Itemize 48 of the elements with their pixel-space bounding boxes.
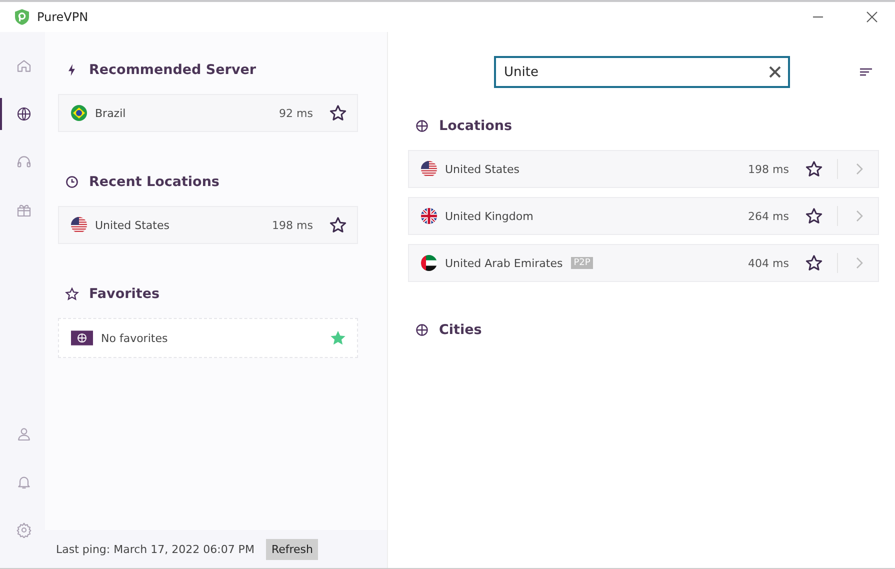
search-field[interactable]: Unite [494, 56, 790, 88]
p2p-badge: P2P [570, 257, 594, 269]
ping-time: 264 ms [748, 210, 789, 222]
chevron-right-icon[interactable] [856, 257, 864, 269]
section-title: Recommended Server [89, 62, 256, 78]
window-title: PureVPN [37, 10, 88, 24]
empty-message: No favorites [101, 332, 169, 344]
star-icon [329, 329, 347, 347]
location-row[interactable]: United Kingdom 264 ms [408, 197, 879, 235]
ping-time: 198 ms [748, 162, 789, 176]
star-icon[interactable] [805, 160, 823, 178]
country-name: United States [95, 218, 170, 232]
star-icon[interactable] [805, 207, 823, 225]
shield-logo-icon [15, 9, 29, 25]
section-title: Recent Locations [89, 174, 220, 190]
location-row[interactable]: United States 198 ms [58, 206, 358, 244]
flag-icon [71, 105, 87, 121]
country-name: United Arab Emirates [445, 256, 563, 270]
chevron-right-icon[interactable] [856, 163, 864, 175]
chevron-right-icon[interactable] [856, 210, 864, 222]
ping-time: 404 ms [748, 256, 789, 270]
flag-icon [421, 161, 437, 177]
flag-icon [421, 255, 437, 271]
refresh-button[interactable]: Refresh [266, 538, 318, 560]
location-row[interactable]: United States 198 ms [408, 150, 879, 188]
flag-icon [421, 208, 437, 224]
star-outline-icon [65, 287, 79, 301]
globe-icon [71, 330, 93, 346]
ping-time: 92 ms [279, 106, 313, 120]
country-name: United States [445, 162, 520, 176]
country-name: United Kingdom [445, 210, 534, 222]
last-ping-text: Last ping: March 17, 2022 06:07 PM [56, 542, 254, 556]
clock-icon [65, 175, 79, 189]
section-title: Favorites [89, 286, 160, 302]
globe-icon [415, 119, 429, 133]
server-row[interactable]: Brazil 92 ms [58, 94, 358, 132]
clear-icon[interactable] [768, 65, 782, 79]
section-title: Locations [439, 118, 512, 134]
star-icon[interactable] [329, 216, 347, 234]
star-icon[interactable] [805, 254, 823, 272]
country-name: Brazil [95, 106, 127, 120]
location-row[interactable]: United Arab Emirates P2P 404 ms [408, 244, 879, 282]
ping-time: 198 ms [272, 218, 313, 232]
globe-icon [415, 323, 429, 337]
flag-icon [71, 217, 87, 233]
section-title: Cities [439, 322, 482, 338]
star-icon[interactable] [329, 104, 347, 122]
sort-icon[interactable] [860, 67, 872, 77]
